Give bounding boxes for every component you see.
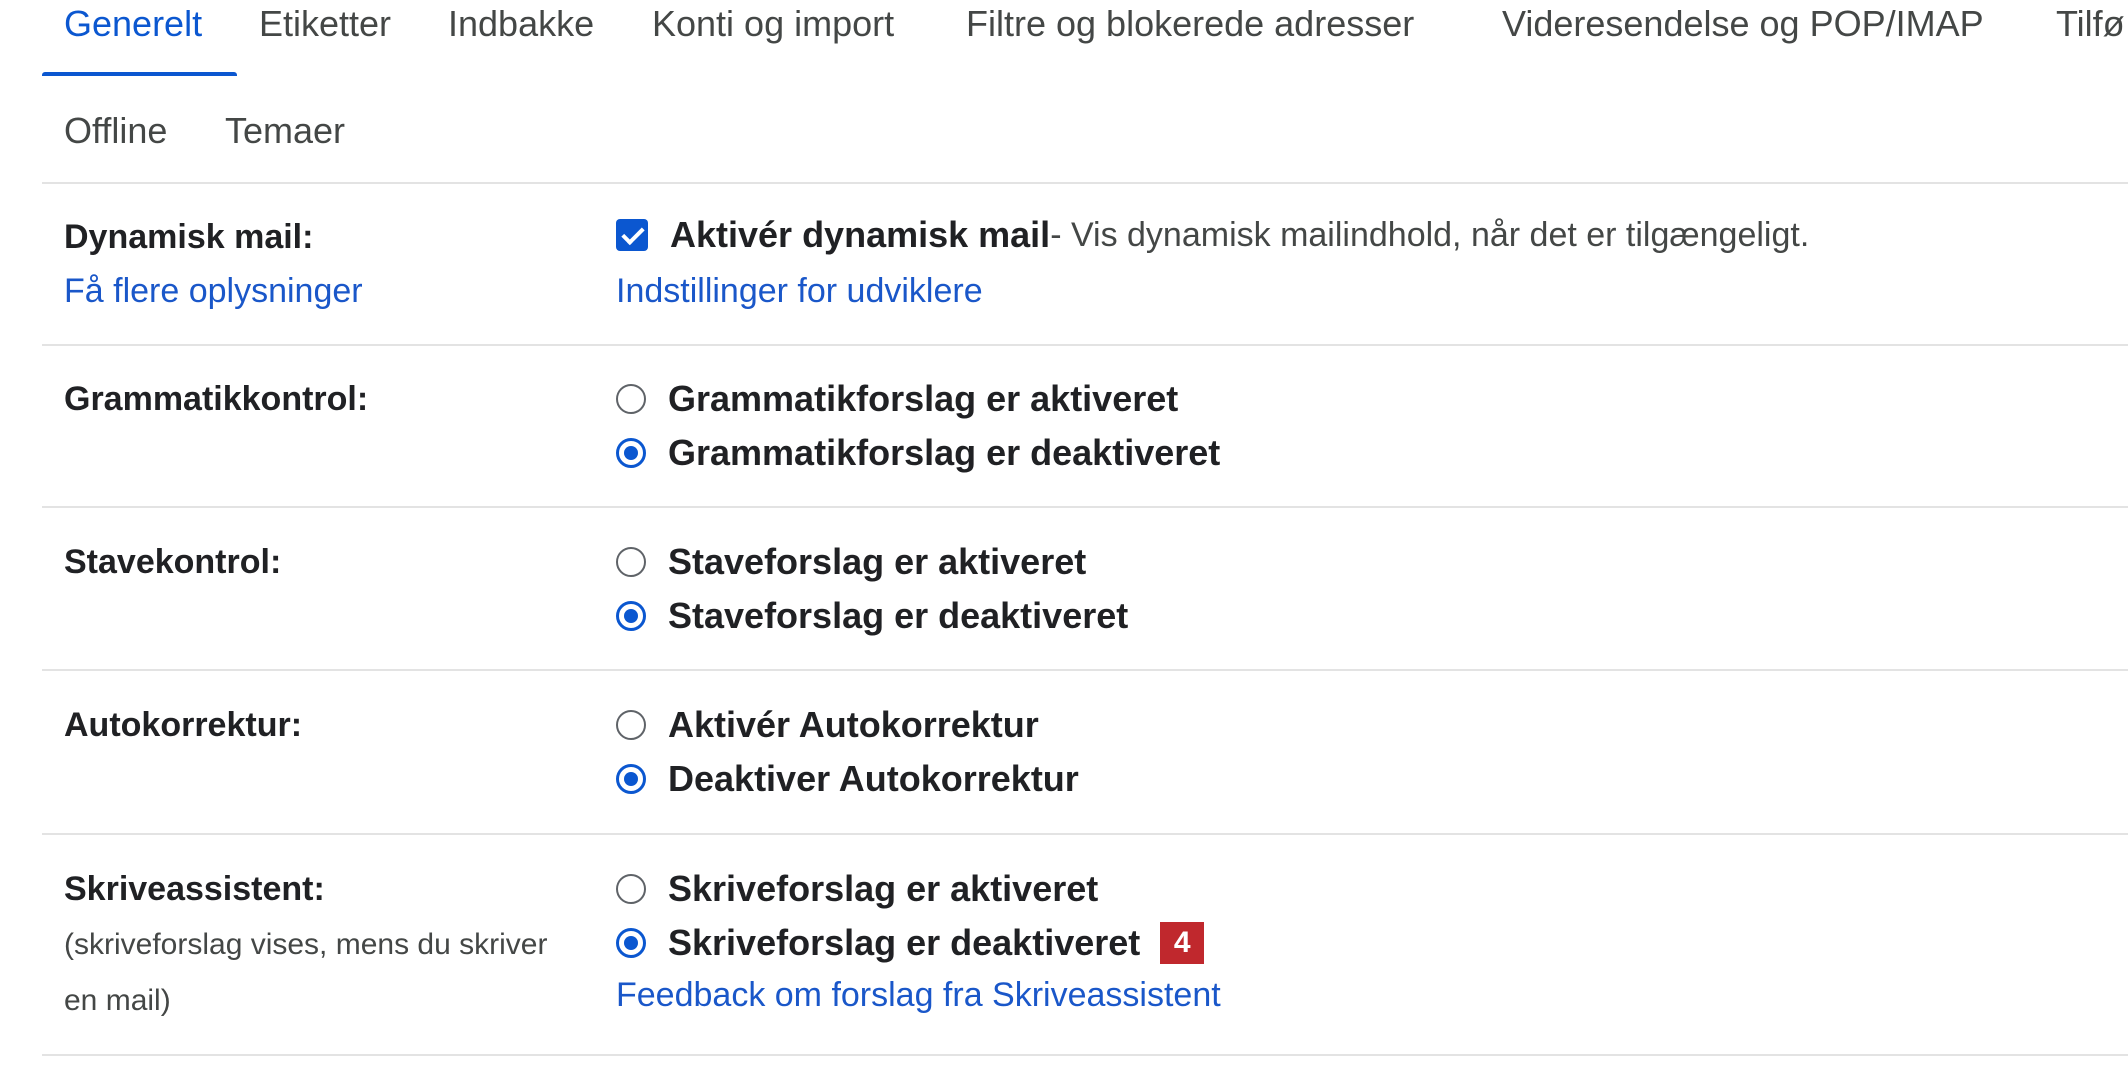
- smart-compose-off-label[interactable]: Skriveforslag er deaktiveret: [668, 922, 1140, 964]
- spelling-off-label[interactable]: Staveforslag er deaktiveret: [668, 595, 1128, 637]
- spelling-on-radio[interactable]: [616, 547, 646, 577]
- tab-generelt[interactable]: Generelt: [64, 3, 202, 45]
- smart-compose-on-label[interactable]: Skriveforslag er aktiveret: [668, 868, 1098, 910]
- tab-offline[interactable]: Offline: [64, 110, 167, 152]
- active-tab-indicator: [42, 72, 237, 76]
- settings-tabs: Generelt Etiketter Indbakke Konti og imp…: [0, 0, 2128, 80]
- tab-filtre[interactable]: Filtre og blokerede adresser: [966, 3, 1414, 45]
- spelling-off-radio[interactable]: [616, 601, 646, 631]
- divider: [42, 182, 2128, 184]
- grammar-on-radio[interactable]: [616, 384, 646, 414]
- spelling-off-option[interactable]: Staveforslag er deaktiveret: [616, 593, 1128, 639]
- spelling-label: Stavekontrol:: [64, 543, 282, 581]
- smart-compose-note-line2: en mail): [64, 984, 171, 1017]
- autocorrect-on-option[interactable]: Aktivér Autokorrektur: [616, 702, 1039, 748]
- tab-etiketter[interactable]: Etiketter: [259, 3, 391, 45]
- dynamic-mail-checkbox[interactable]: [616, 219, 648, 251]
- grammar-on-option[interactable]: Grammatikforslag er aktiveret: [616, 376, 1178, 422]
- tab-temaer[interactable]: Temaer: [225, 110, 345, 152]
- more-info-link[interactable]: Få flere oplysninger: [64, 272, 363, 311]
- smart-compose-on-option[interactable]: Skriveforslag er aktiveret: [616, 866, 1098, 912]
- tab-konti-og-import[interactable]: Konti og import: [652, 3, 894, 45]
- smart-compose-label: Skriveassistent:: [64, 870, 325, 908]
- grammar-off-label[interactable]: Grammatikforslag er deaktiveret: [668, 432, 1220, 474]
- smart-compose-note: (skriveforslag vises, mens du skriver: [64, 928, 548, 961]
- dynamic-mail-label: Dynamisk mail:: [64, 218, 314, 256]
- divider: [42, 669, 2128, 671]
- autocorrect-off-option[interactable]: Deaktiver Autokorrektur: [616, 756, 1079, 802]
- grammar-on-label[interactable]: Grammatikforslag er aktiveret: [668, 378, 1178, 420]
- smart-compose-feedback-link[interactable]: Feedback om forslag fra Skriveassistent: [616, 976, 1221, 1015]
- dynamic-mail-option: Aktivér dynamisk mail - Vis dynamisk mai…: [616, 212, 1809, 258]
- autocorrect-label: Autokorrektur:: [64, 706, 303, 744]
- smart-compose-off-radio[interactable]: [616, 928, 646, 958]
- spelling-on-option[interactable]: Staveforslag er aktiveret: [616, 539, 1086, 585]
- divider: [42, 344, 2128, 346]
- smart-compose-on-radio[interactable]: [616, 874, 646, 904]
- smart-compose-off-option[interactable]: Skriveforslag er deaktiveret 4: [616, 920, 1205, 966]
- annotation-badge: 4: [1160, 922, 1205, 964]
- autocorrect-off-label[interactable]: Deaktiver Autokorrektur: [668, 758, 1079, 800]
- grammar-off-option[interactable]: Grammatikforslag er deaktiveret: [616, 430, 1220, 476]
- grammar-label: Grammatikkontrol:: [64, 380, 369, 418]
- dynamic-mail-description: - Vis dynamisk mailindhold, når det er t…: [1050, 215, 1810, 254]
- autocorrect-on-radio[interactable]: [616, 710, 646, 740]
- tab-tilfojelser[interactable]: Tilfø: [2056, 3, 2125, 45]
- dynamic-mail-checkbox-label[interactable]: Aktivér dynamisk mail: [670, 214, 1050, 256]
- divider: [42, 1054, 2128, 1056]
- developer-settings-link[interactable]: Indstillinger for udviklere: [616, 272, 983, 311]
- tab-indbakke[interactable]: Indbakke: [448, 3, 594, 45]
- autocorrect-off-radio[interactable]: [616, 764, 646, 794]
- spelling-on-label[interactable]: Staveforslag er aktiveret: [668, 541, 1086, 583]
- tab-videresendelse[interactable]: Videresendelse og POP/IMAP: [1502, 3, 1984, 45]
- settings-tabs-row2: Offline Temaer: [0, 100, 2128, 180]
- grammar-off-radio[interactable]: [616, 438, 646, 468]
- autocorrect-on-label[interactable]: Aktivér Autokorrektur: [668, 704, 1039, 746]
- divider: [42, 833, 2128, 835]
- divider: [42, 506, 2128, 508]
